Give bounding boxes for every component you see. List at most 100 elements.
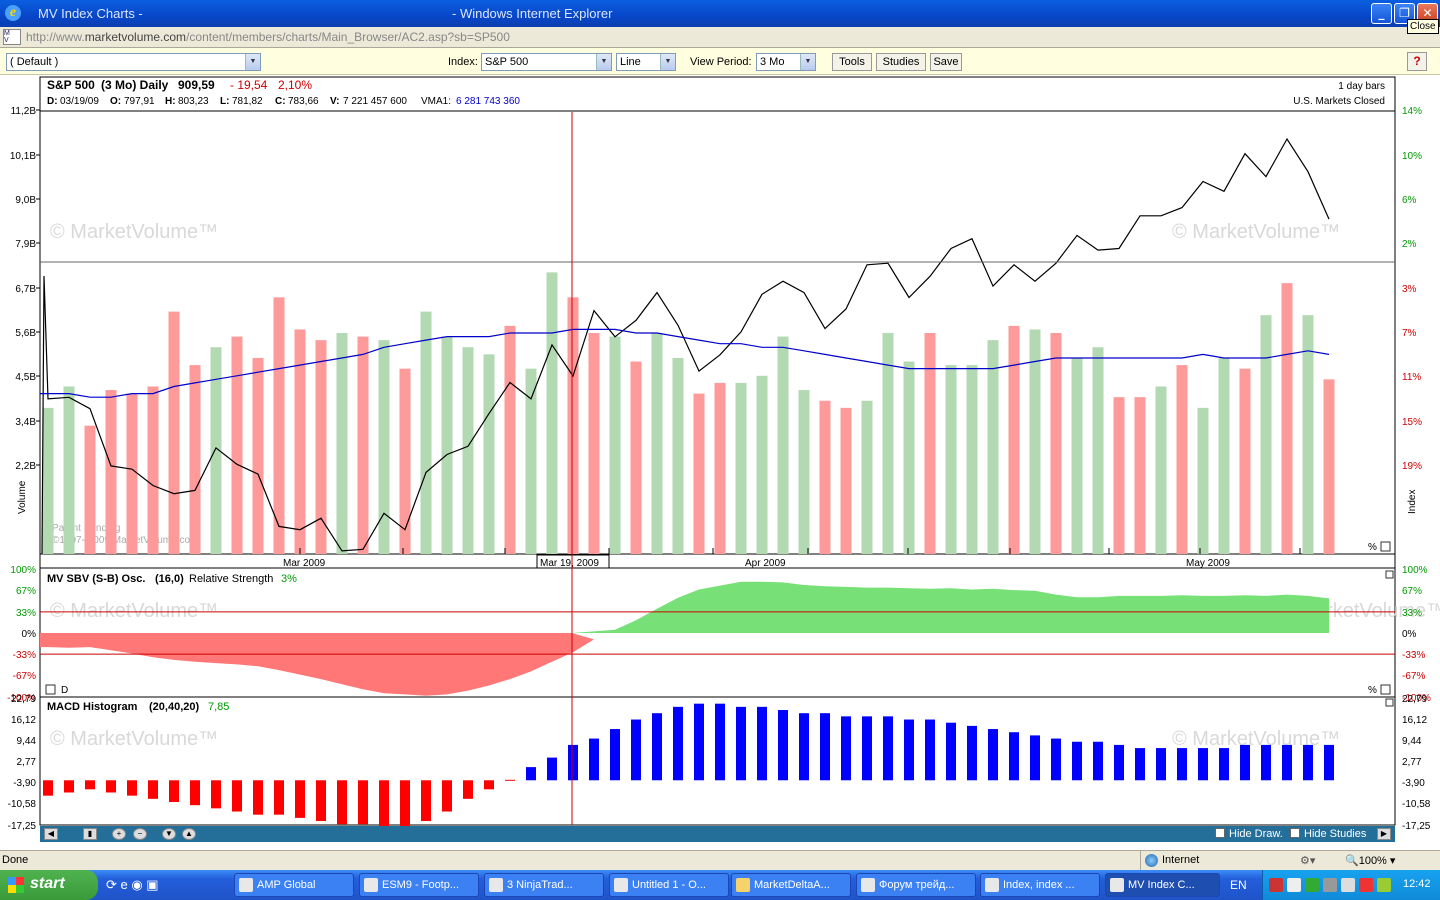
taskbar: start ⟳ e ◉ ▣ AMP Global ESM9 - Footp...… (0, 870, 1440, 900)
volume-bar (609, 336, 621, 554)
osc-rs-value: 3% (281, 573, 297, 585)
chevron-down-icon: ▼ (245, 54, 260, 70)
pct-checkbox-osc[interactable] (1380, 684, 1391, 695)
address-bar: MV http://www.marketvolume.com/content/m… (0, 27, 1440, 48)
tray-icon[interactable] (1359, 878, 1373, 892)
protected-mode-icon[interactable]: ⚙▾ (1300, 854, 1315, 867)
page-icon[interactable]: ▮ (83, 828, 97, 840)
chart-canvas[interactable]: © MarketVolume™ © MarketVolume™ © Market… (0, 76, 1440, 844)
macd-bar (1156, 748, 1166, 781)
macd-close-icon[interactable] (1385, 698, 1394, 707)
macd-bar (1261, 744, 1271, 781)
scroll-down-icon[interactable]: ▼ (162, 828, 176, 840)
task-untitled[interactable]: Untitled 1 - O... (609, 873, 729, 897)
period-value: 3 Mo (760, 56, 785, 68)
template-select[interactable]: ( Default ) ▼ (6, 53, 261, 71)
period-select[interactable]: 3 Mo ▼ (756, 53, 816, 71)
index-select[interactable]: S&P 500 ▼ (481, 53, 612, 71)
volume-bar (1029, 329, 1041, 554)
hide-studies-checkbox[interactable] (1290, 828, 1300, 838)
hide-draw-checkbox[interactable] (1215, 828, 1225, 838)
zoom-in-icon[interactable]: + (112, 828, 126, 840)
macd-bar (211, 780, 221, 809)
macd-bar (1219, 748, 1229, 781)
hide-draw-toggle[interactable]: Hide Draw. (1215, 828, 1283, 840)
macd-tick-label-right: -10,58 (1402, 799, 1431, 810)
tray-icon[interactable] (1341, 878, 1355, 892)
template-value: ( Default ) (10, 56, 59, 68)
task-esm9[interactable]: ESM9 - Footp... (359, 873, 479, 897)
task-marketdelta[interactable]: MarketDeltaA... (731, 873, 851, 897)
tray-icon[interactable] (1323, 878, 1337, 892)
osc-close-icon[interactable] (1385, 570, 1394, 579)
language-indicator[interactable]: EN (1230, 878, 1247, 892)
scroll-left-icon[interactable]: ◀ (44, 828, 58, 840)
pct-checkbox[interactable] (1380, 541, 1391, 552)
close-value: 783,66 (288, 96, 319, 107)
clock: 12:42 (1403, 878, 1431, 890)
c-label: C: (275, 96, 286, 107)
volume-bar (651, 333, 663, 554)
volume-bar (546, 272, 558, 554)
macd-bar (1240, 744, 1250, 781)
start-button[interactable]: start (0, 870, 98, 900)
zoom-level[interactable]: 🔍100% ▾ (1345, 854, 1395, 867)
help-button[interactable]: ? (1407, 52, 1427, 71)
osc-tick-label-right: 67% (1402, 586, 1422, 597)
task-mv-index[interactable]: MV Index C... (1105, 873, 1220, 897)
volume-bar (1197, 407, 1209, 554)
macd-bar (526, 767, 536, 781)
macd-bar (1009, 732, 1019, 781)
task-amp-global[interactable]: AMP Global (234, 873, 354, 897)
quick-launch[interactable]: ⟳ e ◉ ▣ (106, 877, 159, 893)
status-text: Done (2, 854, 29, 866)
chevron-down-icon: ▼ (660, 54, 675, 70)
hide-studies-toggle[interactable]: Hide Studies (1290, 828, 1366, 840)
task-ninjatrader[interactable]: 3 NinjaTrad... (484, 873, 604, 897)
minimize-button[interactable]: _ (1371, 3, 1392, 24)
save-button[interactable]: Save (930, 53, 962, 71)
chart-scrollbar[interactable]: ◀ ▮ + − ▼ ▲ Hide Draw. Hide Studies ▶ (40, 826, 1395, 842)
tray-icon[interactable] (1305, 878, 1319, 892)
url-part: http://www. (26, 30, 85, 44)
volume-bar (1155, 386, 1167, 554)
date-cursor: Mar 19, 2009 (540, 558, 599, 569)
volume-bar (483, 354, 495, 554)
macd-bar (946, 722, 956, 781)
osc-d-checkbox[interactable] (45, 684, 56, 695)
macd-bar (505, 779, 515, 781)
macd-tick-label: 22,79 (11, 694, 36, 705)
scroll-up-icon[interactable]: ▲ (182, 828, 196, 840)
watermark-macd: © MarketVolume™ (50, 728, 218, 750)
studies-button[interactable]: Studies (876, 53, 926, 71)
macd-bar (862, 716, 872, 781)
volume-bar (252, 357, 264, 554)
tray-icon[interactable] (1269, 878, 1283, 892)
chart-area[interactable]: © MarketVolume™ © MarketVolume™ © Market… (0, 76, 1440, 844)
ie-icon: e (5, 5, 21, 21)
task-forum[interactable]: Форум трейд... (856, 873, 976, 897)
volume-tick-label: 6,7B (15, 284, 36, 295)
volume-bar (504, 325, 516, 554)
tray-icon[interactable] (1287, 878, 1301, 892)
hide-draw-label: Hide Draw. (1229, 828, 1283, 840)
window-title-right: - Windows Internet Explorer (452, 6, 613, 21)
market-status: U.S. Markets Closed (1293, 96, 1385, 107)
bar-date: 03/19/09 (60, 96, 99, 107)
scroll-right-icon[interactable]: ▶ (1377, 828, 1391, 840)
index-tick-label: 10% (1402, 151, 1422, 162)
macd-tick-label: -10,58 (8, 799, 37, 810)
chart-type-select[interactable]: Line ▼ (616, 53, 676, 71)
volume-bar (693, 393, 705, 554)
address-url[interactable]: http://www.marketvolume.com/content/memb… (26, 30, 510, 44)
task-index[interactable]: Index, index ... (980, 873, 1100, 897)
watermark-macd-right: © MarketVolume™ (1172, 728, 1340, 750)
tray-icon[interactable] (1377, 878, 1391, 892)
chevron-down-icon: ▼ (800, 54, 815, 70)
tools-button[interactable]: Tools (832, 53, 872, 71)
volume-bar (1134, 397, 1146, 554)
volume-bar (336, 333, 348, 554)
volume-bar (1323, 379, 1335, 554)
zoom-out-icon[interactable]: − (133, 828, 147, 840)
macd-bar (253, 780, 263, 815)
